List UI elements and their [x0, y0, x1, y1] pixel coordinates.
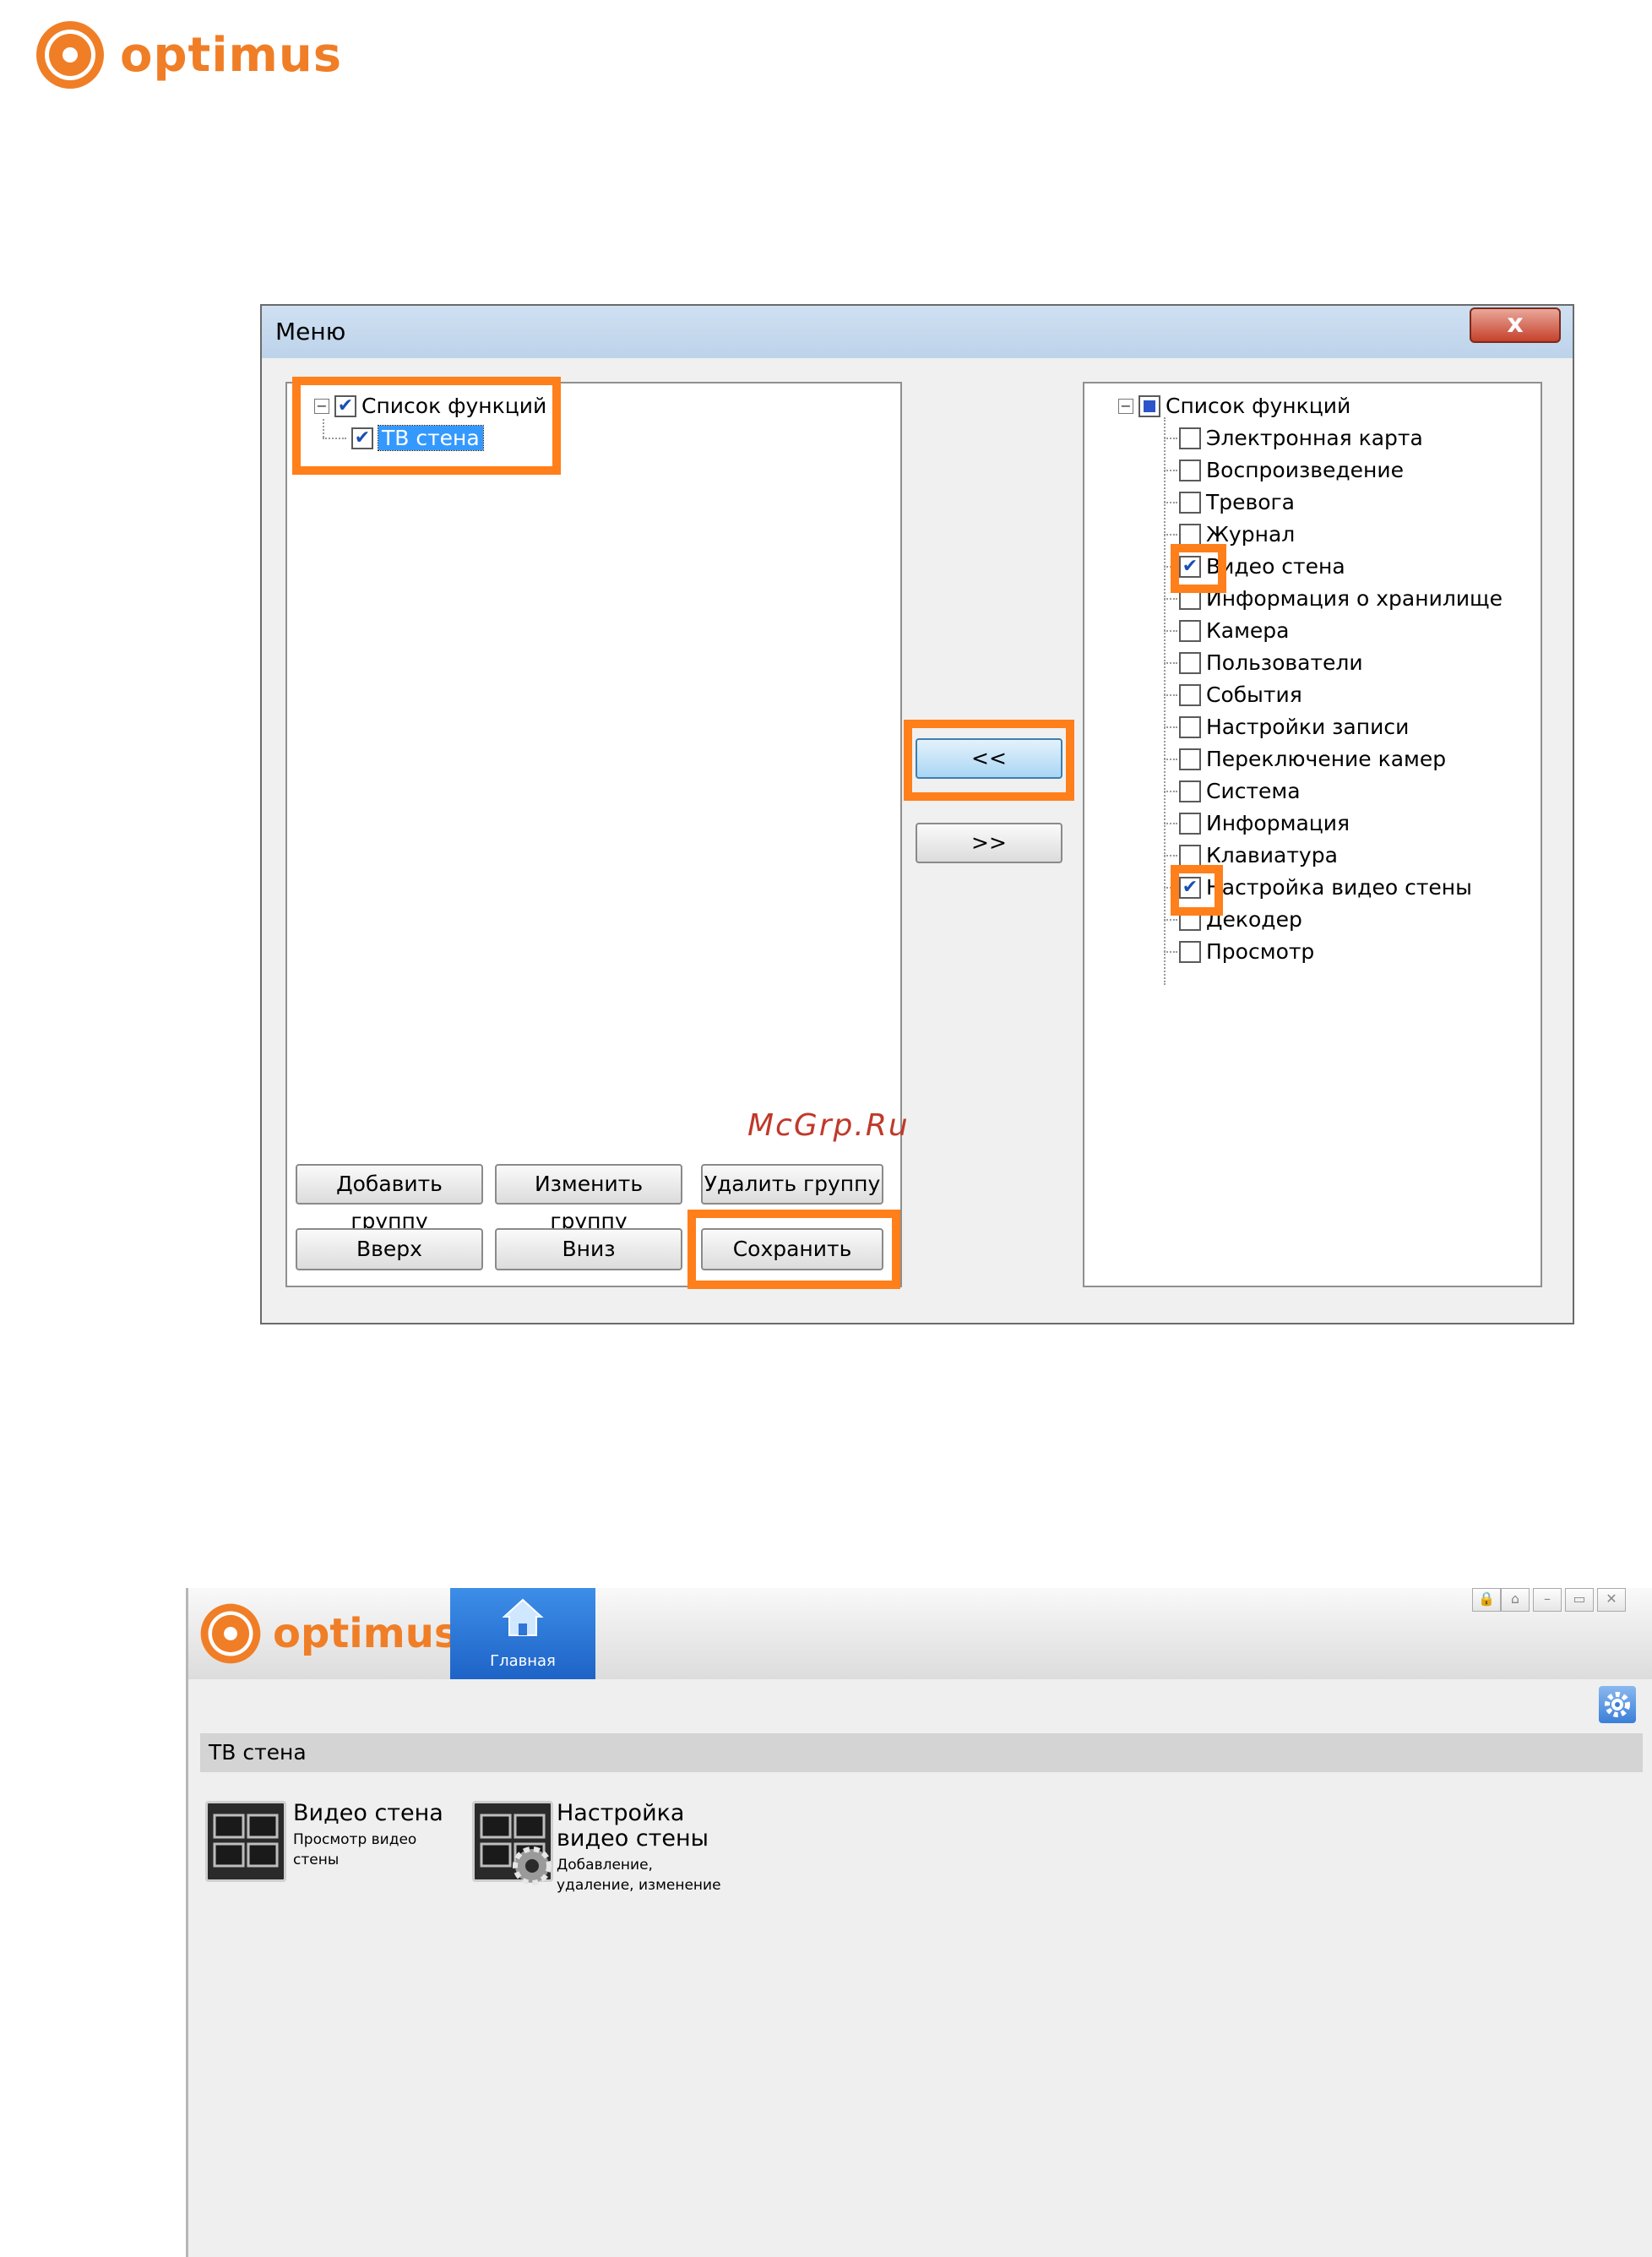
checkbox[interactable]	[1179, 940, 1201, 963]
checkbox[interactable]	[1179, 427, 1201, 449]
app-brand-name: optimus	[273, 1610, 459, 1657]
close-icon[interactable]: ✕	[1597, 1588, 1626, 1612]
video-wall-icon	[205, 1801, 286, 1882]
right-tree-item[interactable]: Клавиатура	[1179, 843, 1338, 867]
home-icon	[502, 1598, 544, 1636]
tile-description-line1: Добавление,	[557, 1857, 653, 1874]
right-tree-root-label: Список функций	[1166, 394, 1351, 418]
right-tree-item[interactable]: Информация о хранилище	[1179, 586, 1503, 611]
checkbox[interactable]	[1179, 748, 1201, 770]
right-tree-item[interactable]: Журнал	[1179, 522, 1295, 547]
close-button[interactable]: x	[1470, 307, 1561, 343]
tile-title-line1: Настройка	[557, 1800, 685, 1826]
right-tree-item[interactable]: События	[1179, 683, 1302, 707]
collapse-icon[interactable]: −	[1118, 398, 1133, 414]
tile-description: Просмотр видео стены	[293, 1831, 417, 1868]
right-tree-item-label: Переключение камер	[1206, 747, 1447, 771]
right-tree-panel: − Список функций Электронная карта Воспро…	[1083, 382, 1542, 1287]
dialog-title: Меню	[275, 318, 346, 345]
checkbox[interactable]	[1179, 780, 1201, 802]
tile-title: Видео стена	[293, 1800, 443, 1826]
highlight-save	[687, 1210, 900, 1289]
group-header: ТВ стена	[200, 1733, 1643, 1772]
add-group-button[interactable]: Добавить группу	[296, 1164, 483, 1233]
checkbox[interactable]	[1179, 812, 1201, 835]
menu-dialog: Меню x − ✔ Список функций ✔ ТВ стена Доб…	[260, 304, 1574, 1324]
right-tree-item-label: Информация	[1206, 811, 1350, 835]
highlight-video-wall-settings	[1171, 865, 1223, 916]
right-tree-item-label: Тревога	[1206, 490, 1296, 514]
right-tree-item-label: Настройки записи	[1206, 715, 1410, 739]
up-button[interactable]: Вверх	[296, 1228, 483, 1270]
right-tree-item-label: Клавиатура	[1206, 843, 1338, 867]
highlight-video-wall	[1171, 544, 1226, 593]
checkbox[interactable]	[1179, 651, 1201, 674]
tile-title-line2: видео стены	[557, 1825, 709, 1852]
tile-description-line2: удаление, изменение	[557, 1877, 721, 1894]
right-tree-item[interactable]: Система	[1179, 779, 1301, 803]
app-window: optimus Главная 🔒 ⌂ – ▭ ✕ ТВ стена Видео…	[186, 1588, 1652, 2257]
tab-home[interactable]: Главная	[450, 1588, 595, 1679]
right-tree-item[interactable]: Электронная карта	[1179, 426, 1423, 450]
lock-icon[interactable]: 🔒	[1472, 1588, 1501, 1612]
delete-group-button[interactable]: Удалить группу	[701, 1164, 883, 1205]
down-button[interactable]: Вниз	[495, 1228, 682, 1270]
left-tree-panel: − ✔ Список функций ✔ ТВ стена Добавить г…	[285, 382, 902, 1287]
right-tree-item-label: Электронная карта	[1206, 426, 1423, 450]
right-tree-item[interactable]: Тревога	[1179, 490, 1295, 514]
right-tree-item-label: Пользователи	[1206, 650, 1363, 675]
right-tree-item-label: Воспроизведение	[1206, 458, 1404, 482]
right-tree-item[interactable]: ✔ Настройка видео стены	[1179, 875, 1472, 900]
tile-video-wall[interactable]: Видео стена Просмотр видео стены	[205, 1801, 450, 1894]
edit-group-button[interactable]: Изменить группу	[495, 1164, 682, 1233]
right-tree-item[interactable]: Просмотр	[1179, 939, 1314, 964]
optimus-logo-icon	[200, 1603, 261, 1664]
right-tree-item-label: Настройка видео стены	[1206, 875, 1472, 900]
right-tree-item-label: Видео стена	[1206, 554, 1345, 579]
checkbox[interactable]	[1179, 844, 1201, 867]
right-tree-item[interactable]: Пользователи	[1179, 650, 1363, 675]
maximize-icon[interactable]: ▭	[1565, 1588, 1594, 1612]
checkbox[interactable]	[1179, 683, 1201, 706]
checkbox[interactable]	[1179, 523, 1201, 546]
right-tree-item-label: Информация о хранилище	[1206, 586, 1503, 611]
right-tree-item[interactable]: Переключение камер	[1179, 747, 1446, 771]
checkbox[interactable]	[1179, 491, 1201, 514]
right-tree-item[interactable]: Воспроизведение	[1179, 458, 1404, 482]
right-tree-item-label: Система	[1206, 779, 1301, 803]
highlight-left-tree	[292, 377, 561, 475]
settings-button[interactable]	[1599, 1686, 1636, 1723]
right-tree-item[interactable]: Информация	[1179, 811, 1350, 835]
brand-logo: optimus	[34, 19, 342, 91]
optimus-logo-icon	[36, 21, 104, 89]
checkbox[interactable]	[1179, 715, 1201, 738]
tile-video-wall-settings[interactable]: Настройка видео стены Добавление, удален…	[472, 1801, 742, 1911]
gear-icon	[513, 1846, 552, 1885]
gear-icon	[1605, 1692, 1630, 1717]
right-tree-item[interactable]: Камера	[1179, 618, 1290, 643]
app-brand-logo: optimus	[198, 1602, 459, 1666]
right-tree-item-label: Камера	[1206, 618, 1290, 643]
skin-icon[interactable]: ⌂	[1501, 1588, 1530, 1612]
right-tree-root[interactable]: − Список функций	[1118, 394, 1350, 418]
right-tree-item-label: События	[1206, 683, 1302, 707]
brand-name: optimus	[120, 27, 343, 83]
right-tree-item-label: Просмотр	[1206, 939, 1315, 964]
tab-home-label: Главная	[490, 1652, 556, 1670]
right-tree-item-label: Журнал	[1206, 522, 1296, 547]
minimize-icon[interactable]: –	[1533, 1588, 1562, 1612]
checkbox[interactable]	[1179, 619, 1201, 642]
right-tree-item[interactable]: Настройки записи	[1179, 715, 1409, 739]
highlight-move-left	[904, 720, 1074, 801]
app-header: optimus Главная 🔒 ⌂ – ▭ ✕	[188, 1588, 1652, 1679]
watermark: McGrp.Ru	[747, 1108, 910, 1143]
checkbox[interactable]	[1179, 459, 1201, 481]
checkbox-partial[interactable]	[1138, 394, 1160, 417]
dialog-titlebar: Меню x	[262, 306, 1573, 358]
move-right-button[interactable]: >>	[916, 823, 1062, 863]
group-title: ТВ стена	[209, 1740, 307, 1765]
